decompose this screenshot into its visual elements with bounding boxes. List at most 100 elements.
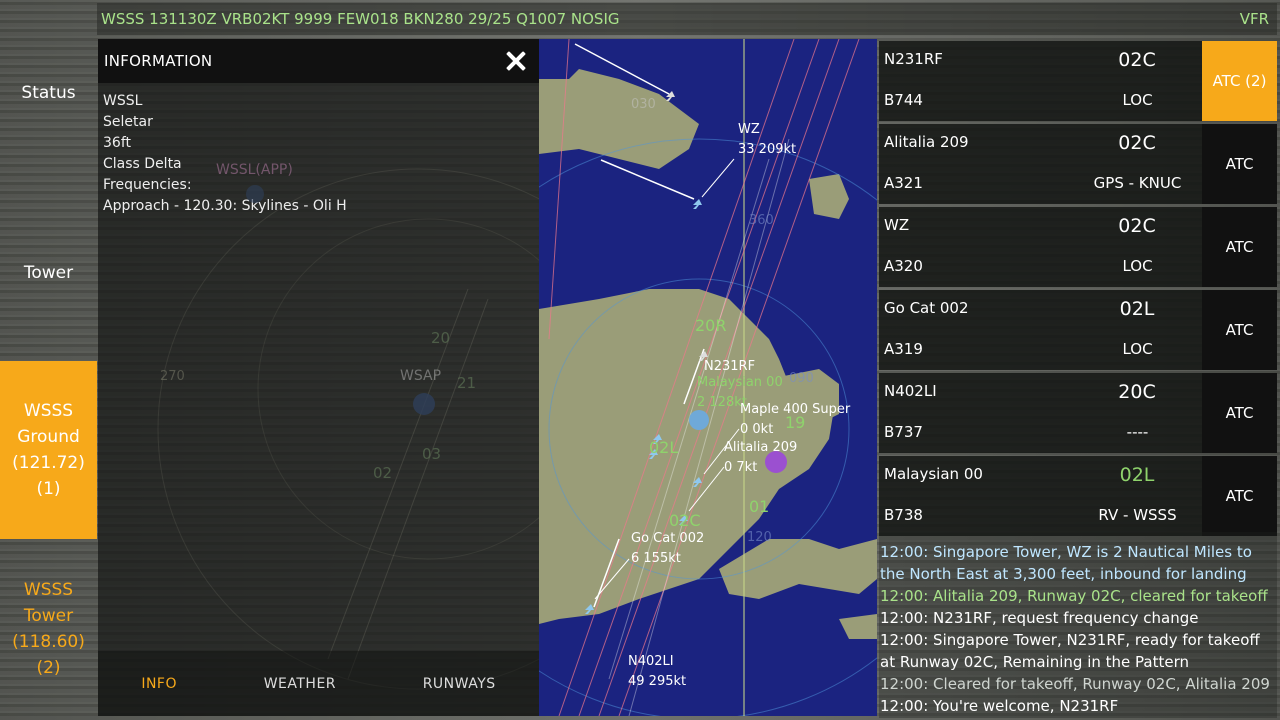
ground-freq: (121.72) xyxy=(12,453,85,473)
strip-aircraft-type: B737 xyxy=(884,423,923,441)
strip-callsign: Malaysian 00 xyxy=(884,465,983,483)
strip-aircraft-type: B738 xyxy=(884,506,923,524)
strip-procedure: LOC xyxy=(1122,340,1153,358)
flight-strip[interactable]: Go Cat 002 A319 02L LOC ATC xyxy=(879,290,1277,370)
tower-label: Tower xyxy=(23,262,74,283)
atc-button[interactable]: ATC (2) xyxy=(1202,41,1277,121)
bg-runway-21-label: 21 xyxy=(457,374,477,392)
strip-aircraft-type: A319 xyxy=(884,340,923,358)
log-entry: 12:00: Alitalia 209, Runway 02C, cleared… xyxy=(880,587,1268,605)
strip-procedure: LOC xyxy=(1122,257,1153,275)
heading-120-label: 120 xyxy=(747,530,772,545)
sidebar: Status Tower WSSS Ground (121.72) (1) WS… xyxy=(0,0,97,720)
strip-runway: 02C xyxy=(1118,49,1156,71)
aircraft-label-gocat002[interactable]: Go Cat 002 6 155kt xyxy=(631,529,704,569)
atc-button[interactable]: ATC xyxy=(1202,290,1277,370)
strip-procedure: LOC xyxy=(1122,91,1153,109)
heading-360-label: 360 xyxy=(749,213,774,228)
tower-button[interactable]: Tower xyxy=(0,235,97,310)
atc-button[interactable]: ATC xyxy=(1202,373,1277,453)
ground-frequency-button[interactable]: WSSS Ground (121.72) (1) xyxy=(0,361,97,539)
ground-airport: WSSS xyxy=(23,401,74,421)
information-panel: WSSL(APP) WSAP 20 21 02 03 270 INFORMATI… xyxy=(98,39,539,716)
status-button[interactable]: Status xyxy=(0,55,97,130)
log-entry: 12:00: Cleared for takeoff, Runway 02C, … xyxy=(880,675,1270,693)
bg-runway-03-label: 03 xyxy=(422,445,442,463)
tower-freq: (118.60) xyxy=(12,632,85,652)
strip-runway: 02C xyxy=(1118,132,1156,154)
aircraft-label-alitalia209[interactable]: Alitalia 209 0 7kt xyxy=(724,438,797,478)
runway-02l-label: 02L xyxy=(649,438,679,457)
aircraft-callsign: Malaysian 00 xyxy=(697,375,783,390)
aircraft-callsign: WZ xyxy=(738,122,760,137)
strip-callsign: WZ xyxy=(884,216,910,234)
heading-030-label: 030 xyxy=(631,97,656,112)
bg-runway-20-label: 20 xyxy=(431,329,451,347)
strip-runway: 02L xyxy=(1119,298,1155,320)
log-entry: 12:00: Singapore Tower, WZ is 2 Nautical… xyxy=(880,543,1252,583)
flight-strip[interactable]: WZ A320 02C LOC ATC xyxy=(879,207,1277,287)
strip-callsign: N231RF xyxy=(884,50,943,68)
radar-map[interactable]: 030 360 090 120 20R 19 01 02L 02C WZ 33 … xyxy=(539,39,877,716)
aircraft-data: 0 0kt xyxy=(740,422,774,437)
tower-frequency-button[interactable]: WSSS Tower (118.60) (2) xyxy=(0,540,97,718)
wsap-label: WSAP xyxy=(400,368,442,384)
flight-strip[interactable]: N402LI B737 20C ---- ATC xyxy=(879,373,1277,453)
tower-count: (2) xyxy=(36,658,61,678)
airport-wsss xyxy=(689,410,709,430)
flight-strip[interactable]: N231RF B744 02C LOC ATC (2) xyxy=(879,41,1277,121)
flight-strip[interactable]: Alitalia 209 A321 02C GPS - KNUC ATC xyxy=(879,124,1277,204)
runway-20r-label: 20R xyxy=(695,316,727,335)
flight-strips: N231RF B744 02C LOC ATC (2) Alitalia 209… xyxy=(879,41,1277,539)
strip-aircraft-type: B744 xyxy=(884,91,923,109)
ground-count: (1) xyxy=(36,479,61,499)
metar-text: WSSS 131130Z VRB02KT 9999 FEW018 BKN280 … xyxy=(101,10,620,28)
close-icon[interactable] xyxy=(503,48,529,74)
aircraft-label-wz[interactable]: WZ 33 209kt xyxy=(738,120,796,160)
atc-button[interactable]: ATC xyxy=(1202,207,1277,287)
strip-callsign: Go Cat 002 xyxy=(884,299,969,317)
tower-airport: WSSS xyxy=(23,580,74,600)
log-entry: 12:00: You're welcome, N231RF xyxy=(880,697,1119,715)
tab-weather[interactable]: WEATHER xyxy=(264,676,336,692)
bg-runway-02-label: 02 xyxy=(373,464,393,482)
aircraft-callsign: Maple 400 Super xyxy=(740,402,851,417)
aircraft-label-maple400[interactable]: Maple 400 Super 0 0kt xyxy=(740,400,850,440)
flight-strip[interactable]: Malaysian 00 B738 02L RV - WSSS ATC xyxy=(879,456,1277,536)
strip-procedure: RV - WSSS xyxy=(1098,506,1177,524)
info-tabs: INFO WEATHER RUNWAYS xyxy=(98,651,539,716)
heading-270-label: 270 xyxy=(160,369,185,384)
land-masses xyxy=(539,69,877,639)
aircraft-callsign: N402LI xyxy=(628,654,674,669)
strip-callsign: N402LI xyxy=(884,382,937,400)
runway-02c-label: 02C xyxy=(669,511,701,530)
strip-runway: 02L xyxy=(1119,464,1155,486)
atc-button[interactable]: ATC xyxy=(1202,456,1277,536)
strip-procedure: ---- xyxy=(1126,423,1149,441)
ground-role: Ground xyxy=(17,427,80,447)
flight-rules: VFR xyxy=(1239,10,1269,28)
status-label: Status xyxy=(21,82,76,103)
aircraft-data: 33 209kt xyxy=(738,142,797,157)
strip-procedure: GPS - KNUC xyxy=(1093,174,1182,192)
aircraft-data: 0 7kt xyxy=(724,460,758,475)
metar-bar: WSSS 131130Z VRB02KT 9999 FEW018 BKN280 … xyxy=(97,3,1277,35)
tower-role: Tower xyxy=(23,606,74,626)
log-entry: 12:00: Singapore Tower, N231RF, ready fo… xyxy=(880,631,1260,671)
atc-button[interactable]: ATC xyxy=(1202,124,1277,204)
strip-runway: 02C xyxy=(1118,215,1156,237)
aircraft-data: 6 155kt xyxy=(631,551,681,566)
strip-aircraft-type: A320 xyxy=(884,257,923,275)
runway-01-label: 01 xyxy=(749,497,770,516)
aircraft-callsign: Go Cat 002 xyxy=(631,531,705,546)
strip-runway: 20C xyxy=(1118,381,1156,403)
communication-log[interactable]: 12:00: Singapore Tower, WZ is 2 Nautical… xyxy=(879,532,1277,718)
aircraft-label-n402li[interactable]: N402LI 49 295kt xyxy=(628,652,686,692)
log-entry: 12:00: N231RF, request frequency change xyxy=(880,609,1199,627)
tab-runways[interactable]: RUNWAYS xyxy=(423,676,496,692)
strip-callsign: Alitalia 209 xyxy=(884,133,969,151)
aircraft-callsign: Alitalia 209 xyxy=(724,440,798,455)
strip-aircraft-type: A321 xyxy=(884,174,923,192)
aircraft-data: 49 295kt xyxy=(628,674,687,689)
tab-info[interactable]: INFO xyxy=(141,676,177,692)
